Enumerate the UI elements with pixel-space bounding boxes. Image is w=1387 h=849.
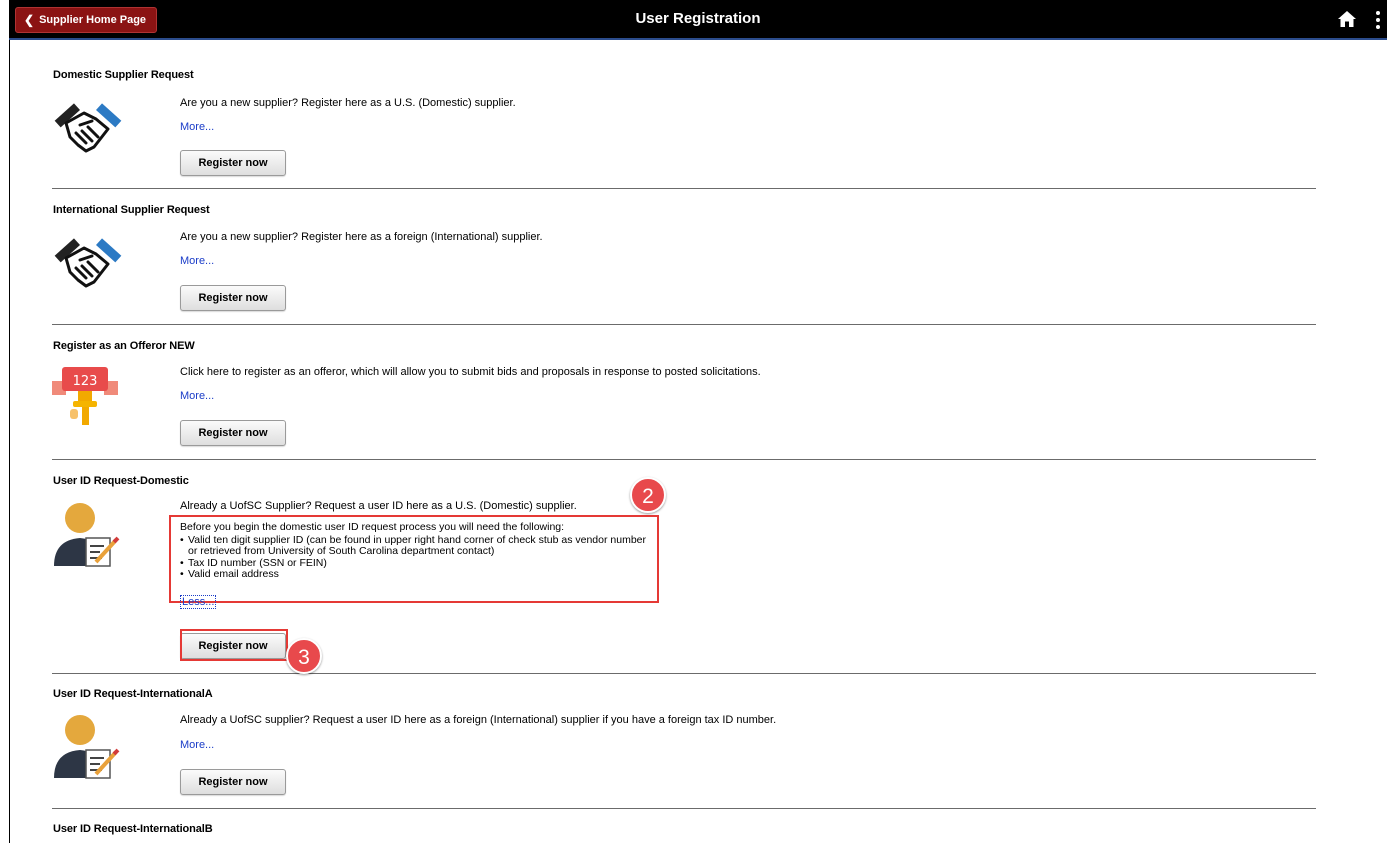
more-link[interactable]: More... [180,255,214,267]
callout-number-2: 2 [630,477,666,513]
requirement-item: Valid email address [180,568,650,581]
section-title: Domestic Supplier Request [53,69,194,81]
section-description: Already a UofSC Supplier? Request a user… [180,500,577,512]
requirements-list: Valid ten digit supplier ID (can be foun… [180,534,650,581]
user-form-icon [54,503,120,567]
details-intro: Before you begin the domestic user ID re… [180,521,565,533]
section-description: Are you a new supplier? Register here as… [180,231,543,243]
section-international-supplier-request: International Supplier Request Are you a… [52,189,1316,325]
register-now-button[interactable]: Register now [180,769,286,795]
handshake-icon [54,103,122,153]
section-domestic-supplier-request: Domestic Supplier Request Are you a new … [52,40,1316,189]
more-link[interactable]: More... [180,390,214,402]
section-description: Already a UofSC supplier? Request a user… [180,714,777,726]
more-link[interactable]: More... [180,739,214,751]
section-description: Are you a new supplier? Register here as… [180,97,516,109]
section-title: International Supplier Request [53,204,210,216]
requirement-item: Valid ten digit supplier ID (can be foun… [180,534,650,558]
requirements-details: Before you begin the domestic user ID re… [180,521,650,581]
section-register-offeror: Register as an Offeror NEW 123 Click her… [52,325,1316,460]
section-user-id-request-domestic: User ID Request-Domestic Already a UofSC… [52,460,1316,674]
register-now-button[interactable]: Register now [180,285,286,311]
section-user-id-request-international-a: User ID Request-InternationalA Already a… [52,674,1316,809]
auction-gavel-icon: 123 [52,367,118,425]
header-bar: ❮ Supplier Home Page User Registration [9,0,1387,40]
section-description: Click here to register as an offeror, wh… [180,366,761,378]
handshake-icon [54,238,122,288]
supplier-home-back-button[interactable]: ❮ Supplier Home Page [15,7,158,33]
registration-list: Domestic Supplier Request Are you a new … [52,40,1316,849]
more-link[interactable]: More... [180,121,214,133]
back-button-label: Supplier Home Page [39,14,147,26]
home-icon[interactable] [1337,9,1357,29]
user-form-icon [54,715,120,779]
section-title: Register as an Offeror NEW [53,340,195,352]
offeror-icon-number: 123 [73,374,98,389]
kebab-menu-icon[interactable] [1375,10,1381,30]
register-now-button[interactable]: Register now [180,420,286,446]
register-now-button[interactable]: Register now [180,633,286,659]
section-user-id-request-international-b: User ID Request-InternationalB [52,809,1316,849]
register-now-button[interactable]: Register now [180,150,286,176]
section-title: User ID Request-InternationalA [53,688,213,700]
page-title: User Registration [635,10,761,27]
chevron-left-icon: ❮ [24,13,35,27]
section-title: User ID Request-Domestic [53,475,189,487]
section-title: User ID Request-InternationalB [53,823,213,835]
callout-number-3: 3 [286,638,322,674]
less-link[interactable]: Less... [180,595,217,609]
